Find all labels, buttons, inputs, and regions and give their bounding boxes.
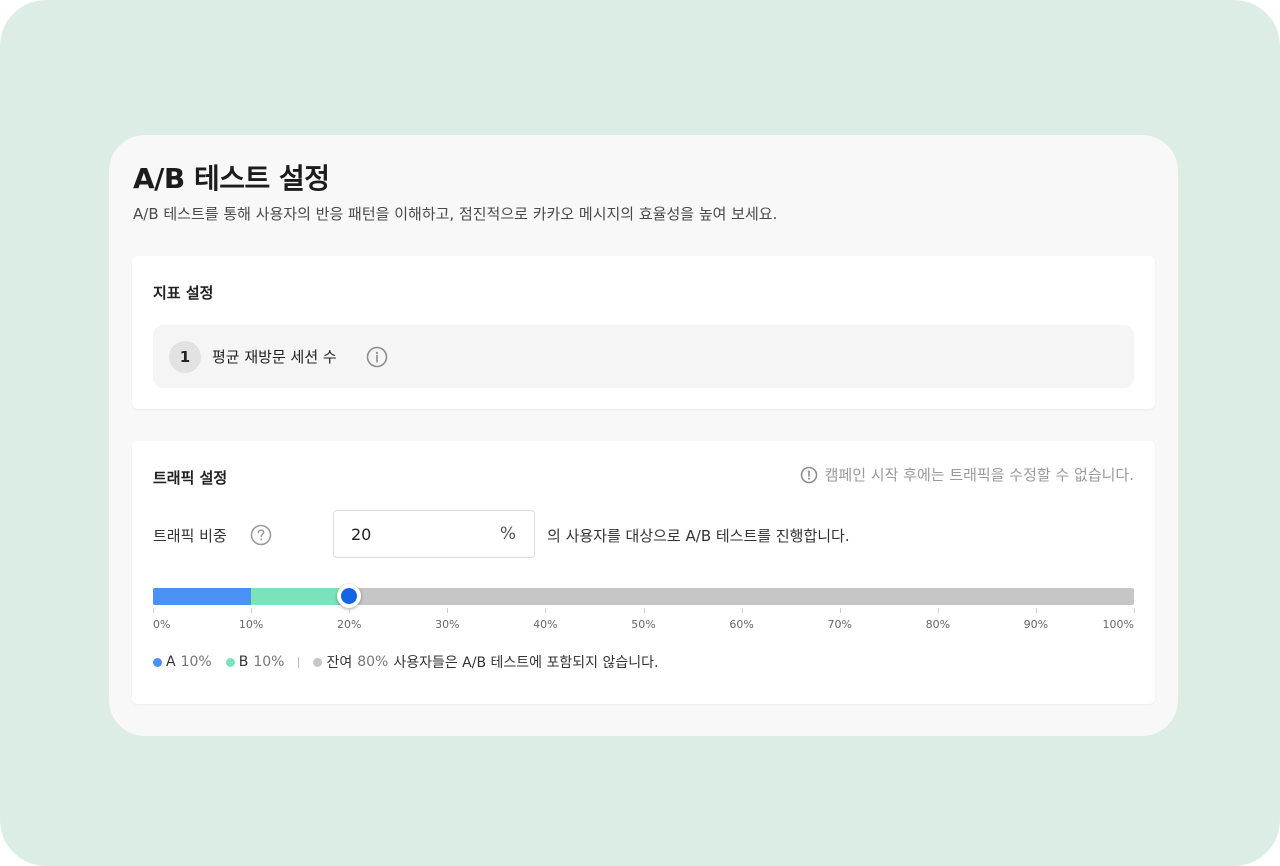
slider-tick-label: 100% (1102, 618, 1134, 631)
question-circle-icon[interactable] (249, 523, 273, 547)
legend-rest-label: 잔여 (326, 655, 353, 671)
slider-tick-mark (153, 608, 154, 613)
traffic-settings-title: 트래픽 설정 (153, 469, 228, 487)
slider-tick-label: 70% (827, 618, 852, 631)
slider-tick-label: 80% (925, 618, 951, 631)
legend-dot-b (225, 657, 235, 667)
slider-segment-b (251, 588, 350, 605)
legend-item-a: A 10% (153, 654, 212, 670)
legend-rest-note: 사용자들은 A/B 테스트에 포함되지 않습니다. (393, 655, 659, 671)
slider-tick-label: 10% (238, 618, 264, 631)
slider-tick-label: 20% (336, 618, 362, 631)
traffic-ratio-description: 의 사용자를 대상으로 A/B 테스트를 진행합니다. (547, 527, 850, 545)
slider-tick-mark (349, 608, 351, 613)
slider-tick-mark (643, 608, 645, 613)
legend-rest-value: 80% (357, 654, 389, 670)
traffic-ratio-unit: % (499, 524, 516, 544)
traffic-ratio-field: % (333, 510, 535, 558)
traffic-slider-track[interactable] (153, 584, 1134, 608)
slider-tick-label: 40% (533, 618, 558, 631)
metric-settings-card: 지표 설정 1 평균 재방문 세션 수 (132, 256, 1155, 409)
slider-tick-mark (1134, 608, 1135, 613)
legend-b-label: B (238, 654, 249, 670)
page-background: A/B 테스트 설정 A/B 테스트를 통해 사용자의 반응 패턴을 이해하고,… (0, 0, 1280, 866)
slider-tick-mark (447, 608, 449, 613)
legend-item-rest: 잔여 80% 사용자들은 A/B 테스트에 포함되지 않습니다. (313, 652, 658, 672)
page-title: A/B 테스트 설정 (133, 162, 330, 195)
legend-b-value: 10% (253, 654, 285, 670)
page-subtitle: A/B 테스트를 통해 사용자의 반응 패턴을 이해하고, 점진적으로 카카오 … (133, 205, 778, 223)
metric-item-number: 1 (169, 341, 201, 373)
metric-item-label: 평균 재방문 세션 수 (212, 348, 337, 366)
alert-circle-icon (800, 466, 817, 483)
slider-ticks: 0% 10% 20% 30% 40% 50% 60% 70% 80% 90% 100% (153, 608, 1135, 638)
slider-tick-mark (839, 608, 841, 613)
metric-settings-title: 지표 설정 (153, 284, 214, 302)
slider-tick-label: 90% (1023, 618, 1049, 631)
traffic-legend: A 10% B 10% 잔여 80% 사용자들은 A/B 테스트에 포함되지 않… (153, 652, 658, 672)
traffic-ratio-label: 트래픽 비중 (153, 527, 227, 545)
slider-tick-label: 50% (631, 618, 656, 631)
traffic-notice-text: 캠페인 시작 후에는 트래픽을 수정할 수 없습니다. (824, 466, 1134, 484)
ab-test-settings-panel: A/B 테스트 설정 A/B 테스트를 통해 사용자의 반응 패턴을 이해하고,… (109, 135, 1178, 736)
legend-a-label: A (166, 654, 176, 670)
slider-tick-label: 30% (435, 618, 460, 631)
traffic-settings-card: 트래픽 설정 캠페인 시작 후에는 트래픽을 수정할 수 없습니다. 트래픽 비… (132, 441, 1155, 704)
traffic-notice: 캠페인 시작 후에는 트래픽을 수정할 수 없습니다. (800, 464, 1134, 485)
slider-segment-a (153, 588, 252, 605)
slider-tick-label: 0% (153, 618, 171, 631)
slider-tick-mark (1035, 608, 1037, 613)
legend-a-value: 10% (180, 654, 212, 670)
info-circle-icon[interactable] (365, 345, 389, 369)
traffic-ratio-input[interactable] (351, 511, 481, 557)
slider-tick-mark (251, 608, 253, 613)
slider-tick-mark (937, 608, 939, 613)
metric-item: 1 평균 재방문 세션 수 (153, 325, 1134, 388)
slider-tick-mark (741, 608, 743, 613)
slider-thumb[interactable] (337, 584, 362, 608)
legend-dot-rest (313, 657, 323, 667)
slider-tick-label: 60% (729, 618, 754, 631)
legend-item-b: B 10% (225, 654, 285, 670)
legend-dot-a (153, 657, 162, 667)
slider-tick-mark (545, 608, 547, 613)
legend-divider (298, 656, 300, 668)
